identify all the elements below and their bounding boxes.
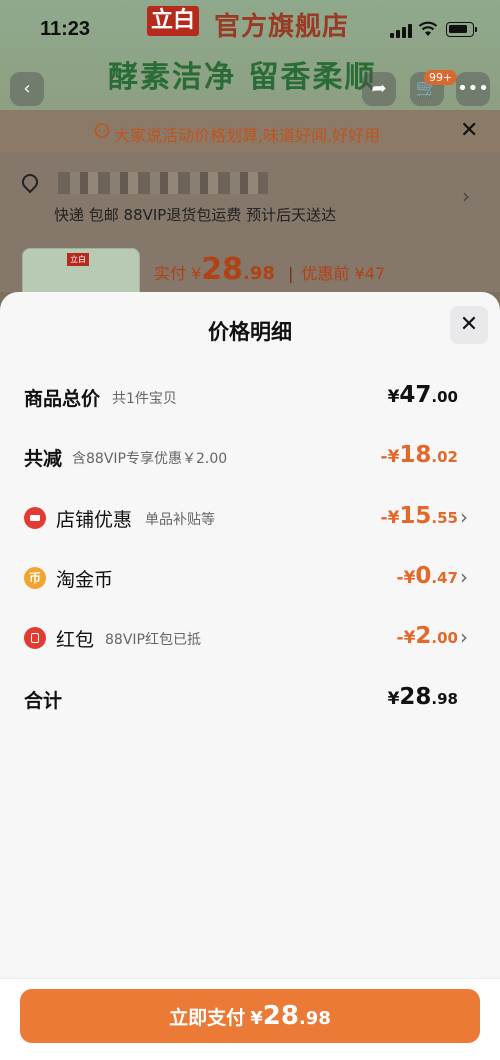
price-detail-sheet: 价格明细 ✕ 商品总价 共1件宝贝 ¥47.00 共减 含88VIP专享优惠￥2…	[0, 292, 500, 1059]
row-amount: -¥15.55	[381, 503, 458, 529]
shipping-info: 快递 包邮 88VIP退货包运费 预计后天送达	[54, 206, 337, 224]
back-button[interactable]: ‹	[10, 72, 44, 106]
amount-int: 18	[399, 442, 432, 468]
battery-icon	[446, 22, 477, 37]
wifi-icon	[418, 21, 438, 36]
pay-label: 实付	[154, 264, 187, 283]
row-sub: 含88VIP专享优惠￥2.00	[72, 451, 228, 467]
divider: |	[288, 264, 294, 283]
row-red-packet[interactable]: 红包 88VIP红包已抵 -¥2.00 ›	[0, 617, 500, 657]
amount-int: 28	[399, 684, 432, 710]
amount-currency: -¥	[380, 447, 400, 467]
sheet-close-button[interactable]: ✕	[450, 306, 488, 344]
amount-dec: .47	[431, 569, 458, 587]
share-button[interactable]: ➦	[362, 72, 396, 106]
more-dots-icon: •••	[457, 78, 489, 99]
pay-int: 28	[201, 252, 244, 287]
row-label: 红包	[56, 629, 95, 651]
row-label: 淘金币	[56, 569, 114, 591]
close-icon: ✕	[459, 312, 479, 337]
store-name: 官方旗舰店	[214, 12, 350, 42]
row-goods-total: 商品总价 共1件宝贝 ¥47.00	[0, 376, 500, 416]
row-amount: -¥18.02	[381, 442, 458, 468]
row-sub: 单品补贴等	[145, 512, 215, 528]
amount-currency: -¥	[396, 628, 416, 648]
amount-currency: -¥	[380, 508, 400, 528]
location-pin-icon	[18, 170, 42, 194]
sheet-title: 价格明细	[208, 320, 292, 344]
pay-price-line: 实付 ¥28.98 | 优惠前 ¥47	[154, 252, 385, 287]
amount-dec: .00	[431, 629, 458, 647]
notice-text: 大家说活动价格划算,味道好闻,好好用	[114, 126, 381, 145]
status-time: 11:23	[40, 18, 91, 40]
chevron-left-icon: ‹	[23, 78, 31, 99]
banner-slogan: 酵素洁净 留香柔顺	[108, 60, 377, 95]
amount-int: 0	[415, 563, 432, 589]
row-total: 合计 ¥28.98	[0, 678, 500, 718]
amount-currency: ¥	[387, 689, 400, 709]
more-button[interactable]: •••	[456, 72, 490, 106]
pay-button-currency: ¥	[250, 1008, 263, 1029]
row-label: 商品总价	[24, 388, 101, 410]
share-icon: ➦	[371, 78, 387, 99]
chat-bubble-icon	[94, 123, 110, 138]
review-notice-bar: 大家说活动价格划算,味道好闻,好好用 ✕	[0, 110, 500, 152]
store-coupon-icon	[24, 507, 46, 529]
pay-dec: .98	[243, 263, 275, 284]
address-redacted[interactable]	[58, 172, 268, 194]
row-amount: -¥2.00	[397, 623, 458, 649]
row-taojinbi[interactable]: 币 淘金币 -¥0.47 ›	[0, 557, 500, 597]
amount-currency: -¥	[396, 568, 416, 588]
pay-button-label: 立即支付	[169, 1007, 246, 1029]
address-chevron-right-icon[interactable]: ›	[462, 184, 470, 208]
row-label: 共减	[24, 448, 63, 470]
amount-dec: .02	[431, 448, 458, 466]
row-sub: 共1件宝贝	[112, 391, 177, 407]
row-total-discount: 共减 含88VIP专享优惠￥2.00 -¥18.02	[0, 436, 500, 476]
amount-int: 15	[399, 503, 432, 529]
amount-int: 2	[415, 623, 432, 649]
row-amount: -¥0.47	[397, 563, 458, 589]
pay-currency: ¥	[191, 264, 202, 283]
amount-dec: .00	[431, 388, 458, 406]
coin-icon: 币	[24, 567, 46, 589]
row-store-discount[interactable]: 店铺优惠 单品补贴等 -¥15.55 ›	[0, 497, 500, 537]
red-packet-icon	[24, 627, 46, 649]
chevron-right-icon: ›	[460, 565, 468, 589]
before-discount: 优惠前 ¥47	[301, 264, 386, 283]
amount-dec: .55	[431, 509, 458, 527]
pay-button-dec: .98	[298, 1008, 331, 1029]
row-sub: 88VIP红包已抵	[105, 632, 201, 648]
row-amount: ¥47.00	[388, 382, 458, 408]
row-amount: ¥28.98	[388, 684, 458, 710]
row-label: 合计	[24, 690, 63, 712]
pay-now-button[interactable]: 立即支付 ¥28.98	[20, 989, 480, 1043]
amount-currency: ¥	[387, 387, 400, 407]
footer-bar: 立即支付 ¥28.98	[0, 978, 500, 1060]
amount-dec: .98	[431, 690, 458, 708]
cart-count-badge: 99+	[424, 70, 458, 85]
thumbnail-brand-tag: 立白	[67, 253, 89, 266]
notice-close-icon[interactable]: ✕	[460, 118, 478, 143]
order-summary: 快递 包邮 88VIP退货包运费 预计后天送达 › 立白 实付 ¥28.98 |…	[0, 152, 500, 300]
row-label: 店铺优惠	[56, 509, 133, 531]
chevron-right-icon: ›	[460, 505, 468, 529]
brand-logo: 立白	[147, 6, 200, 36]
amount-int: 47	[399, 382, 432, 408]
cellular-signal-icon	[390, 22, 414, 38]
chevron-right-icon: ›	[460, 625, 468, 649]
pay-button-int: 28	[262, 1001, 299, 1031]
